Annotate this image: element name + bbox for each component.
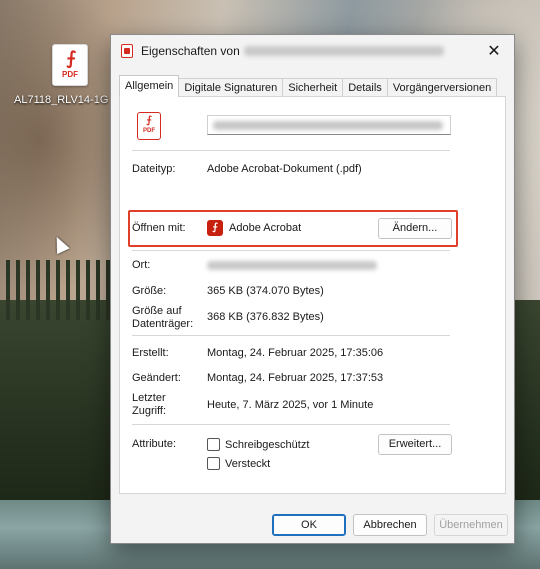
uebernehmen-button[interactable]: Übernehmen xyxy=(434,514,508,536)
erweitert-button[interactable]: Erweitert... xyxy=(378,434,452,455)
tab-details[interactable]: Details xyxy=(342,78,388,97)
dateityp-value: Adobe Acrobat-Dokument (.pdf) xyxy=(207,163,362,175)
zugriff-label: Letzter Zugriff: xyxy=(132,392,167,417)
divider xyxy=(132,250,450,251)
versteckt-checkbox[interactable] xyxy=(207,457,220,470)
redacted-location xyxy=(207,261,377,270)
dateityp-label: Dateityp: xyxy=(132,163,176,175)
schreibgeschuetzt-checkbox[interactable] xyxy=(207,438,220,451)
pdf-file-icon: ⨍ PDF xyxy=(52,44,88,86)
versteckt-label[interactable]: Versteckt xyxy=(225,458,270,470)
schreibgeschuetzt-label[interactable]: Schreibgeschützt xyxy=(225,439,309,451)
abbrechen-button[interactable]: Abbrechen xyxy=(353,514,427,536)
divider xyxy=(132,424,450,425)
redacted-filename xyxy=(213,121,443,130)
desktop-pdf-icon[interactable]: ⨍ PDF xyxy=(48,44,92,88)
oeffnen-mit-value: Adobe Acrobat xyxy=(229,222,302,234)
aendern-button[interactable]: Ändern... xyxy=(378,218,452,239)
tab-vorgaengerversionen[interactable]: Vorgängerversionen xyxy=(386,78,498,97)
zugriff-value: Heute, 7. März 2025, vor 1 Minute xyxy=(207,399,374,411)
desktop-icon-label[interactable]: AL7118_RLV14-1G xyxy=(14,94,114,106)
pdf-file-icon: ⨍ PDF xyxy=(137,112,161,140)
dialog-title: Eigenschaften von xyxy=(141,44,240,58)
tab-sicherheit[interactable]: Sicherheit xyxy=(282,78,344,97)
attribute-label: Attribute: xyxy=(132,438,177,450)
pdf-label: PDF xyxy=(143,128,155,134)
groesse-datentraeger-value: 368 KB (376.832 Bytes) xyxy=(207,311,324,323)
erstellt-label: Erstellt: xyxy=(132,347,169,359)
tab-bar: Allgemein Digitale Signaturen Sicherheit… xyxy=(119,75,506,97)
groesse-value: 365 KB (374.070 Bytes) xyxy=(207,285,324,297)
redacted-filename xyxy=(243,46,444,56)
acrobat-app-icon: ⨍ xyxy=(207,220,223,236)
groesse-datentraeger-label: Größe auf Datenträger: xyxy=(132,305,194,330)
tab-allgemein[interactable]: Allgemein xyxy=(119,75,180,97)
oeffnen-mit-label: Öffnen mit: xyxy=(132,222,186,234)
groesse-label: Größe: xyxy=(132,285,167,297)
divider xyxy=(132,335,450,336)
general-panel: ⨍ PDF Dateityp: Adobe Acrobat-Dokument (… xyxy=(119,96,506,494)
close-button[interactable]: ✕ xyxy=(474,35,514,67)
acrobat-logo-icon: ⨍ xyxy=(146,115,152,126)
ort-label: Ort: xyxy=(132,259,151,271)
ok-button[interactable]: OK xyxy=(272,514,346,536)
pdf-label: PDF xyxy=(62,70,78,79)
erstellt-value: Montag, 24. Februar 2025, 17:35:06 xyxy=(207,347,384,359)
pdf-icon xyxy=(121,44,133,58)
tab-digitale-signaturen[interactable]: Digitale Signaturen xyxy=(178,78,284,97)
title-bar[interactable]: Eigenschaften von ✕ xyxy=(111,35,514,67)
acrobat-logo-icon: ⨍ xyxy=(65,48,77,68)
geaendert-value: Montag, 24. Februar 2025, 17:37:53 xyxy=(207,372,384,384)
divider xyxy=(132,150,450,151)
geaendert-label: Geändert: xyxy=(132,372,181,384)
properties-dialog: Eigenschaften von ✕ Allgemein Digitale S… xyxy=(110,34,515,544)
filename-input[interactable] xyxy=(207,115,451,135)
